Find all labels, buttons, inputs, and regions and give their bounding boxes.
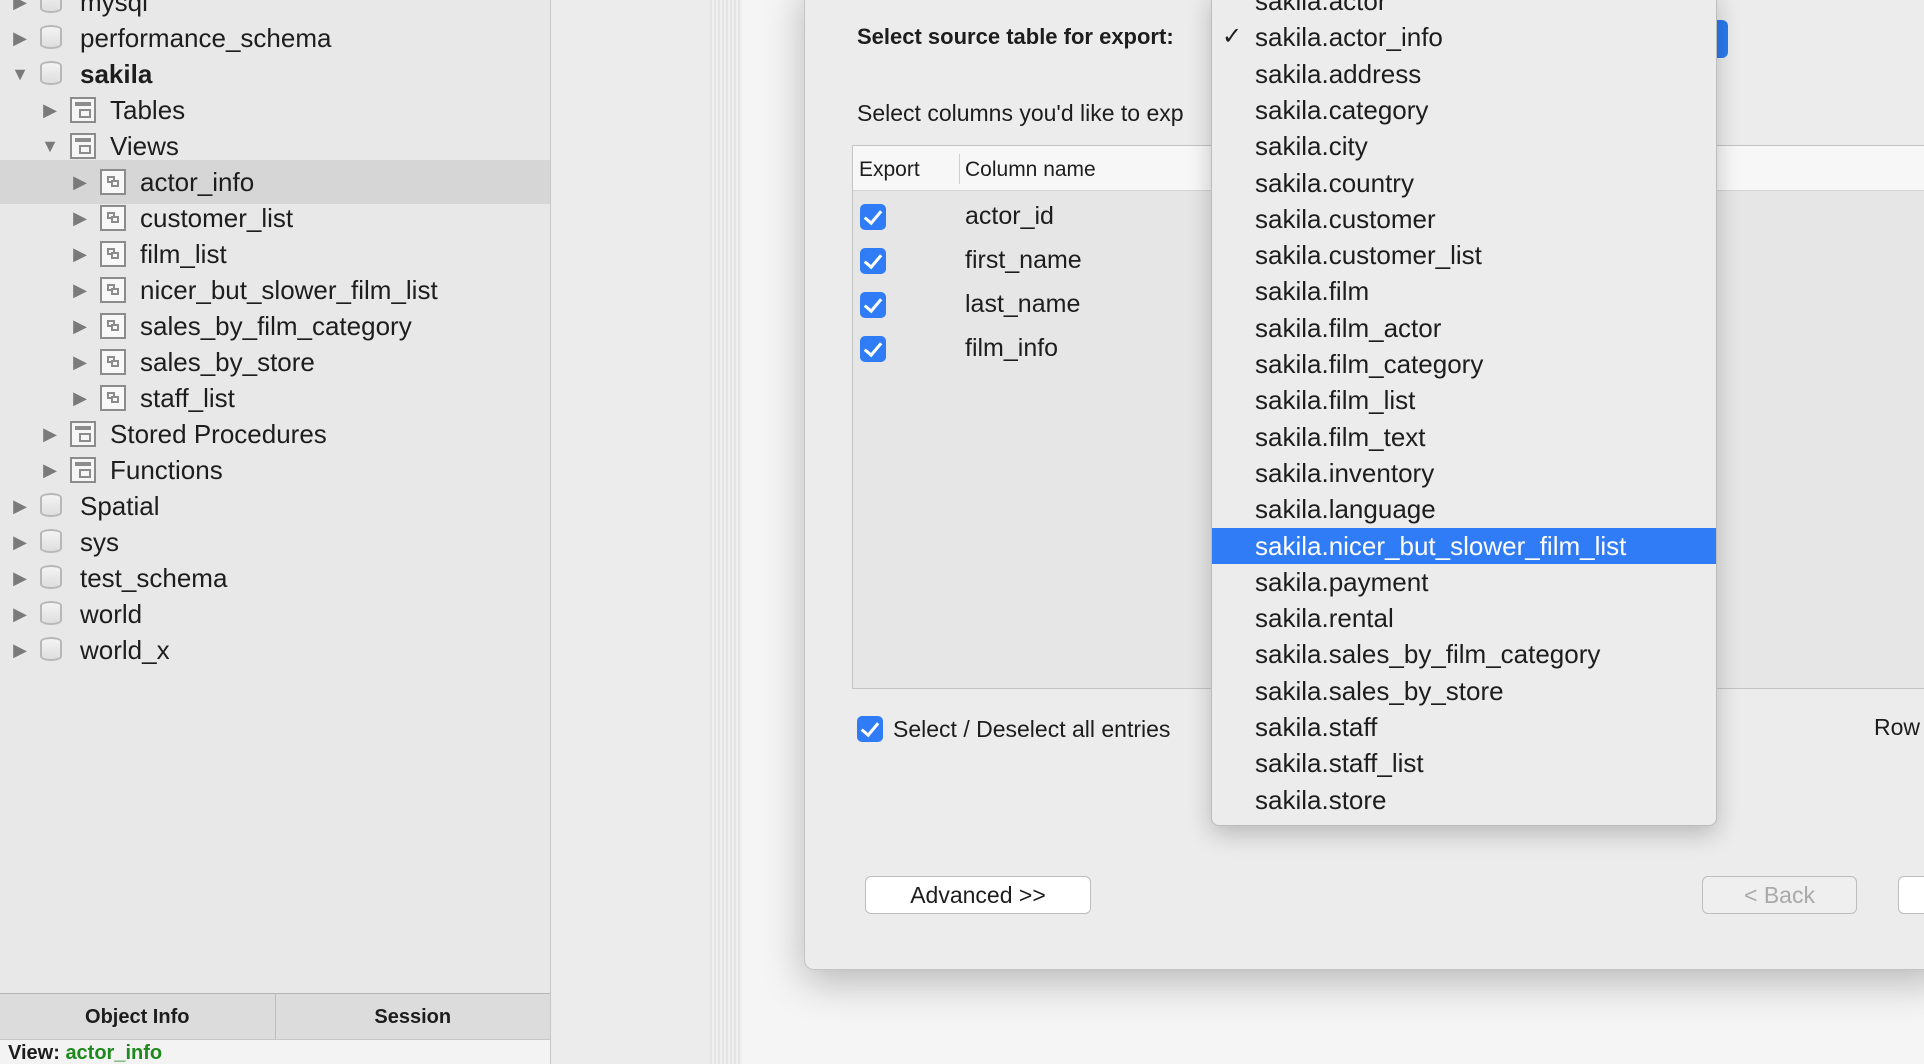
dropdown-option[interactable]: sakila.actor — [1212, 0, 1716, 19]
dropdown-option-label: sakila.category — [1255, 94, 1429, 125]
dropdown-option-label: sakila.staff_list — [1255, 748, 1424, 779]
column-name-cell: film_info — [965, 334, 1059, 362]
middle-panel — [551, 0, 711, 1064]
dropdown-option[interactable]: sakila.language — [1212, 491, 1716, 527]
view-icon — [100, 277, 126, 303]
disclosure-collapsed-icon[interactable]: ▶ — [10, 628, 30, 672]
row-label: Row — [1874, 714, 1921, 740]
dropdown-option-label: sakila.sales_by_film_category — [1255, 639, 1601, 670]
dropdown-option[interactable]: sakila.staff — [1212, 709, 1716, 745]
column-name-cell: first_name — [965, 246, 1082, 274]
dropdown-option-label: sakila.nicer_but_slower_film_list — [1255, 530, 1627, 561]
dropdown-option-label: sakila.country — [1255, 167, 1414, 198]
dropdown-option-label: sakila.customer — [1255, 203, 1436, 234]
splitter[interactable] — [710, 0, 742, 1064]
dropdown-option[interactable]: sakila.staff_list — [1212, 745, 1716, 781]
dropdown-option-label: sakila.language — [1255, 494, 1436, 525]
dropdown-option[interactable]: sakila.film_list — [1212, 382, 1716, 418]
dropdown-option-label: sakila.film — [1255, 276, 1370, 307]
dropdown-option-label: sakila.sales_by_store — [1255, 675, 1504, 706]
tab-session[interactable]: Session — [276, 994, 551, 1040]
dropdown-option-label: sakila.film_category — [1255, 349, 1484, 379]
dropdown-option[interactable]: sakila.country — [1212, 165, 1716, 201]
header-divider — [959, 154, 960, 184]
header-column-name[interactable]: Column name — [965, 158, 1096, 182]
dropdown-option-label: sakila.rental — [1255, 603, 1394, 634]
dropdown-option-label: sakila.actor_info — [1255, 22, 1443, 53]
view-icon — [100, 205, 126, 231]
dropdown-option-label: sakila.address — [1255, 58, 1422, 89]
dropdown-option-label: sakila.film_actor — [1255, 312, 1442, 343]
info-prefix: View: — [8, 1042, 60, 1064]
view-icon — [100, 349, 126, 375]
checkmark-icon: ✓ — [1222, 23, 1243, 51]
select-all-label: Select / Deselect all entries — [893, 716, 1171, 742]
header-export[interactable]: Export — [859, 158, 920, 182]
database-icon — [40, 493, 62, 517]
dropdown-option[interactable]: sakila.sales_by_store — [1212, 673, 1716, 709]
dropdown-option[interactable]: ✓ sakila.actor_info — [1212, 19, 1716, 55]
database-icon — [40, 637, 62, 661]
view-icon — [100, 169, 126, 195]
tab-object-info[interactable]: Object Info — [0, 994, 276, 1040]
dropdown-option[interactable]: sakila.category — [1212, 92, 1716, 128]
dropdown-option[interactable]: sakila.film_category — [1212, 346, 1716, 382]
column-name-cell: last_name — [965, 290, 1081, 318]
export-checkbox[interactable] — [860, 204, 886, 230]
database-icon — [40, 601, 62, 625]
column-name-cell: actor_id — [965, 202, 1054, 230]
back-button[interactable]: < Back — [1702, 876, 1857, 914]
dropdown-option[interactable]: sakila.store — [1212, 782, 1716, 818]
columns-instruction: Select columns you'd like to exp — [857, 100, 1184, 126]
dropdown-option[interactable]: sakila.nicer_but_slower_film_list — [1212, 527, 1716, 564]
dropdown-option-label: sakila.staff — [1255, 712, 1378, 742]
export-checkbox[interactable] — [860, 292, 886, 318]
next-button[interactable] — [1898, 876, 1924, 914]
sidebar-tabs: Object Info Session — [0, 993, 550, 1040]
dropdown-option-label: sakila.actor — [1255, 0, 1387, 16]
dropdown-option[interactable]: sakila.rental — [1212, 600, 1716, 636]
tree-item[interactable]: ▶ world_x — [0, 628, 550, 672]
tables-folder-icon — [70, 97, 96, 123]
dropdown-option-label: sakila.film_list — [1255, 385, 1416, 416]
database-icon — [40, 25, 62, 49]
database-icon — [40, 0, 62, 13]
dropdown-option-label: sakila.store — [1255, 784, 1387, 815]
view-icon — [100, 385, 126, 411]
dropdown-option[interactable]: sakila.payment — [1212, 564, 1716, 600]
dropdown-option-label: sakila.city — [1255, 131, 1368, 162]
select-all-checkbox[interactable] — [857, 716, 883, 742]
dropdown-option[interactable]: sakila.inventory — [1212, 455, 1716, 491]
dropdown-option-label: sakila.customer_list — [1255, 240, 1482, 271]
dropdown-option[interactable]: sakila.city — [1212, 128, 1716, 164]
object-info-bar: View: actor_info — [0, 1039, 550, 1064]
database-icon — [40, 529, 62, 553]
dropdown-option[interactable]: sakila.customer — [1212, 201, 1716, 237]
source-table-label: Select source table for export: — [857, 24, 1174, 49]
view-icon — [100, 241, 126, 267]
view-icon — [100, 313, 126, 339]
views-folder-icon — [70, 133, 96, 159]
export-checkbox[interactable] — [860, 248, 886, 274]
dropdown-option[interactable]: sakila.film_text — [1212, 419, 1716, 455]
dropdown-option[interactable]: sakila.address — [1212, 56, 1716, 92]
dropdown-option-label: sakila.film_text — [1255, 421, 1426, 452]
functions-folder-icon — [70, 457, 96, 483]
schema-navigator: ▶ mysql ▶ performance_schema ▼ sakila ▶ Tables ▼… — [0, 0, 551, 1064]
dropdown-option-label: sakila.inventory — [1255, 457, 1435, 488]
export-checkbox[interactable] — [860, 336, 886, 362]
dropdown-option-label: sakila.payment — [1255, 566, 1429, 597]
database-icon — [40, 565, 62, 589]
procedures-folder-icon — [70, 421, 96, 447]
tree-item-label: world_x — [80, 635, 170, 665]
advanced-button[interactable]: Advanced >> — [865, 876, 1091, 914]
source-table-dropdown: sakila.actor ✓ sakila.actor_info sakila.add… — [1211, 0, 1717, 826]
dropdown-option[interactable]: sakila.film — [1212, 273, 1716, 309]
database-icon — [40, 61, 62, 85]
dropdown-option[interactable]: sakila.customer_list — [1212, 237, 1716, 273]
dropdown-option[interactable]: sakila.sales_by_film_category — [1212, 636, 1716, 672]
dropdown-option[interactable]: sakila.film_actor — [1212, 310, 1716, 346]
info-value: actor_info — [65, 1042, 163, 1064]
